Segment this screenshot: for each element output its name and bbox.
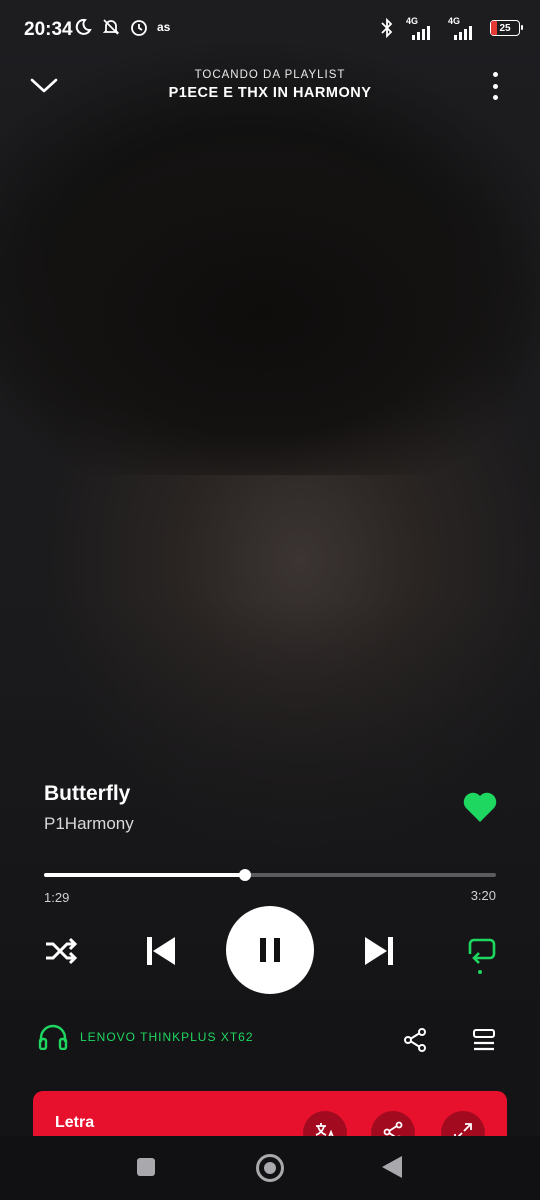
pause-button[interactable] <box>226 906 314 994</box>
bluetooth-icon <box>376 17 398 39</box>
shuffle-icon[interactable] <box>42 932 80 970</box>
playing-from-label: TOCANDO DA PLAYLIST <box>194 69 346 81</box>
status-icons: as <box>72 16 178 38</box>
pause-icon <box>260 938 280 962</box>
moon-icon <box>72 16 94 38</box>
status-time: 20:34 <box>24 19 73 40</box>
queue-icon[interactable] <box>470 1027 498 1053</box>
home-icon[interactable] <box>256 1154 284 1182</box>
track-artist[interactable]: P1Harmony <box>44 814 134 834</box>
progress-bar[interactable] <box>44 869 496 881</box>
alarm-icon <box>128 16 150 38</box>
repeat-icon[interactable] <box>460 930 500 976</box>
status-right: 4G 4G 25 <box>376 16 523 40</box>
device-name: LENOVO THINKPLUS XT62 <box>80 1030 254 1044</box>
total-time: 3:20 <box>470 888 496 903</box>
track-info: Butterfly P1Harmony <box>44 782 134 834</box>
lastfm-icon: as <box>156 16 178 38</box>
skip-next-icon[interactable] <box>358 930 400 972</box>
signal-2-icon: 4G <box>448 16 482 40</box>
battery-icon: 25 <box>490 20 523 36</box>
collapse-chevron-down-icon[interactable] <box>28 70 60 102</box>
share-icon[interactable] <box>402 1027 428 1053</box>
recents-icon[interactable] <box>137 1158 155 1176</box>
more-options-icon[interactable] <box>480 70 510 102</box>
muted-bell-icon <box>100 16 122 38</box>
back-icon[interactable] <box>382 1156 402 1178</box>
svg-text:as: as <box>157 20 171 34</box>
liked-heart-icon[interactable] <box>462 790 498 824</box>
lyrics-label: Letra <box>55 1114 95 1131</box>
track-title[interactable]: Butterfly <box>44 782 134 806</box>
elapsed-time: 1:29 <box>44 890 70 905</box>
headphones-icon <box>38 1024 68 1050</box>
status-bar: 20:34 as 4G 4G 25 <box>0 0 540 60</box>
signal-1-icon: 4G <box>406 16 440 40</box>
progress-played <box>44 873 246 877</box>
playlist-title[interactable]: P1ECE E THX IN HARMONY <box>100 85 440 101</box>
album-art-shadow <box>0 95 540 475</box>
connected-device[interactable]: LENOVO THINKPLUS XT62 <box>38 1024 254 1050</box>
skip-previous-icon[interactable] <box>140 930 182 972</box>
playlist-header: TOCANDO DA PLAYLIST P1ECE E THX IN HARMO… <box>100 69 440 101</box>
